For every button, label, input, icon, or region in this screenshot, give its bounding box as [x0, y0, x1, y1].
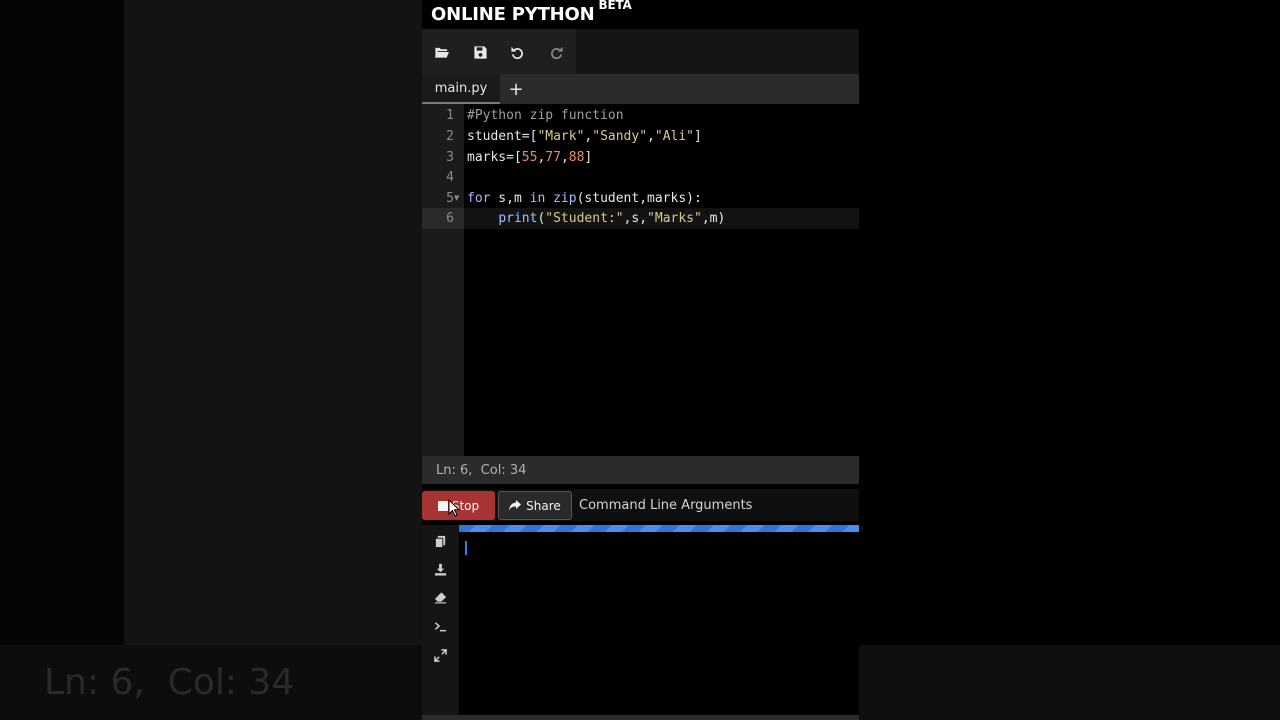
undo-icon	[510, 46, 523, 59]
undo-button[interactable]	[502, 37, 532, 67]
code-editor[interactable]: 1 2 3 4 5 ▼ 6 #Python zip function stude…	[422, 104, 859, 456]
output-console[interactable]	[422, 525, 859, 715]
stop-icon	[437, 500, 448, 511]
background-status-echo: Ln: 6, Col: 34	[44, 662, 295, 703]
line-number: 5	[446, 191, 454, 206]
open-terminal-button[interactable]	[432, 618, 449, 635]
download-icon	[434, 563, 447, 576]
line-number: 6	[446, 211, 454, 226]
cursor-position: Ln: 6, Col: 34	[436, 462, 527, 478]
editor-status-bar: Ln: 6, Col: 34	[422, 456, 859, 484]
expand-console-button[interactable]	[432, 647, 449, 664]
line-number: 3	[446, 150, 454, 165]
terminal-icon	[434, 622, 447, 632]
download-output-button[interactable]	[432, 561, 449, 578]
editor-toolbar	[422, 29, 859, 74]
clear-output-button[interactable]	[432, 589, 449, 606]
code-line-1: #Python zip function	[467, 108, 624, 123]
code-line-5: for s,m in zip(student,marks):	[467, 191, 702, 206]
line-number: 1	[446, 108, 454, 123]
background-bottom-right-panel	[859, 645, 1280, 720]
save-file-button[interactable]	[465, 37, 495, 67]
console-caret	[465, 541, 467, 555]
code-line-2: student=["Mark","Sandy","Ali"]	[467, 129, 702, 144]
console-bottom-edge	[422, 715, 859, 720]
fold-arrow-icon[interactable]: ▼	[454, 188, 459, 209]
line-number: 2	[446, 129, 454, 144]
file-tab-bar: main.py +	[422, 74, 859, 104]
tab-main-py[interactable]: main.py	[422, 74, 500, 104]
expand-icon	[434, 649, 447, 662]
mouse-pointer-icon	[448, 499, 460, 517]
file-actions-group	[422, 29, 576, 74]
online-python-app: ONLINE PYTHON BETA main.py + 1 2 3 4 5 ▼…	[422, 0, 859, 720]
save-icon	[473, 45, 487, 59]
code-line-3: marks=[55,77,88]	[467, 150, 593, 165]
add-file-button[interactable]: +	[508, 74, 524, 104]
copy-output-button[interactable]	[432, 533, 449, 550]
background-left-panel	[0, 0, 124, 720]
eraser-icon	[434, 592, 447, 604]
beta-badge: BETA	[598, 0, 632, 12]
folder-open-icon	[434, 47, 449, 58]
redo-icon	[550, 46, 563, 59]
open-file-button[interactable]	[426, 37, 456, 67]
console-sidebar	[422, 525, 459, 715]
line-number: 4	[446, 170, 454, 185]
share-icon	[509, 500, 522, 511]
app-title: ONLINE PYTHON BETA	[431, 0, 632, 25]
run-progress-bar	[459, 525, 859, 532]
command-line-arguments-input[interactable]: Command Line Arguments	[579, 491, 752, 520]
app-title-text: ONLINE PYTHON	[431, 4, 595, 25]
code-line-6: print("Student:",s,"Marks",m)	[498, 211, 726, 226]
share-label: Share	[526, 498, 561, 513]
run-actions-bar: Stop Share Command Line Arguments	[422, 489, 859, 521]
share-button[interactable]: Share	[498, 491, 572, 520]
redo-button[interactable]	[541, 37, 571, 67]
background-blurred-panel	[124, 0, 422, 645]
copy-icon	[434, 535, 446, 548]
